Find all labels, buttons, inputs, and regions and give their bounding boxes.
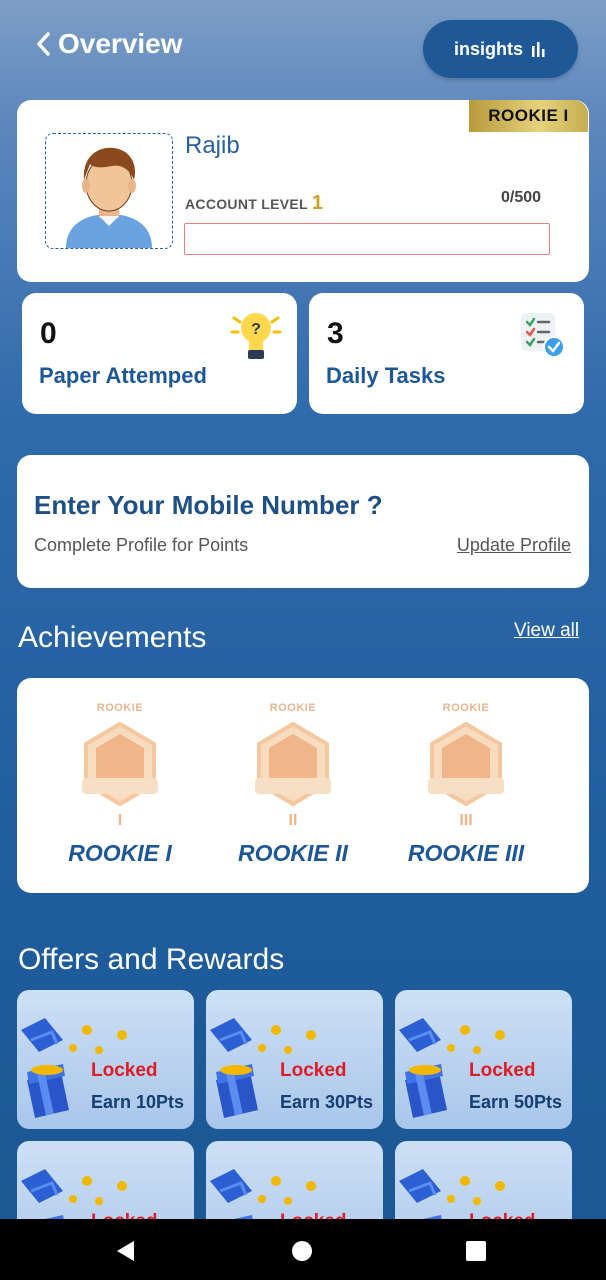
achievement-tier-label: ROOKIE	[269, 702, 317, 714]
rank-badge: ROOKIE I	[469, 100, 588, 132]
achievement-roman: II	[288, 812, 298, 829]
offer-points: Earn 50Pts	[469, 1092, 563, 1112]
achievement-rookie-1[interactable]: ROOKIE I ROOKIE I	[40, 678, 200, 893]
papers-attempted-card[interactable]: 0 Paper Attemped ?	[22, 293, 297, 414]
account-level: ACCOUNT LEVEL 1	[185, 192, 324, 214]
offer-status: Locked	[91, 1060, 158, 1081]
achievement-name: ROOKIE III	[407, 840, 525, 866]
lightbulb-question-icon: ?	[230, 313, 282, 359]
offer-status: Locked	[469, 1060, 536, 1081]
offers-heading: Offers and Rewards	[18, 943, 285, 976]
achievement-name: ROOKIE I	[68, 840, 172, 866]
nav-home-icon[interactable]	[291, 1240, 313, 1262]
system-navigation-bar	[0, 1219, 606, 1280]
daily-tasks-card[interactable]: 3 Daily Tasks	[309, 293, 584, 414]
offer-points: Earn 10Pts	[91, 1092, 185, 1112]
update-profile-link[interactable]: Update Profile	[457, 535, 571, 556]
offer-status: Locked	[280, 1060, 347, 1081]
points-progress-text: 0/500	[501, 189, 542, 206]
achievements-card: ROOKIE I ROOKIE I ROOKIE II ROOKIE II RO…	[17, 678, 589, 893]
achievement-tier-label: ROOKIE	[96, 702, 144, 714]
username: Rajib	[185, 132, 240, 159]
stat-label: Daily Tasks	[326, 363, 446, 388]
mobile-number-prompt-card: Enter Your Mobile Number ? Complete Prof…	[17, 455, 589, 588]
hexagon-medal-icon	[82, 721, 158, 807]
achievements-heading: Achievements	[18, 621, 207, 654]
page-title: Overview	[58, 28, 183, 59]
achievement-rookie-2[interactable]: ROOKIE II ROOKIE II	[213, 678, 373, 893]
stat-label: Paper Attemped	[39, 363, 207, 388]
nav-recents-icon[interactable]	[465, 1240, 487, 1262]
page-header: Overview	[34, 28, 183, 60]
bar-chart-icon	[532, 42, 545, 57]
achievement-tier-label: ROOKIE	[442, 702, 490, 714]
offer-card[interactable]: Locked Earn 10Pts	[17, 990, 194, 1129]
achievement-rookie-3[interactable]: ROOKIE III ROOKIE III	[386, 678, 546, 893]
back-chevron-icon[interactable]	[34, 30, 52, 58]
stat-value: 3	[327, 317, 344, 350]
offer-card[interactable]: Locked Earn 50Pts	[395, 990, 572, 1129]
hexagon-medal-icon	[255, 721, 331, 807]
insights-button[interactable]: insights	[423, 20, 578, 78]
avatar[interactable]	[45, 133, 173, 249]
hexagon-medal-icon	[428, 721, 504, 807]
mobile-prompt-subtitle: Complete Profile for Points	[34, 535, 249, 555]
profile-card: ROOKIE I Rajib ACCOUNT LEVEL 1 0/500	[17, 100, 589, 282]
svg-text:?: ?	[251, 321, 261, 338]
achievement-name: ROOKIE II	[238, 840, 348, 866]
account-level-number: 1	[311, 192, 324, 214]
checklist-icon	[521, 313, 565, 358]
mobile-prompt-title: Enter Your Mobile Number ?	[34, 490, 383, 520]
user-avatar-icon	[66, 147, 152, 248]
nav-back-icon[interactable]	[114, 1239, 138, 1263]
stat-value: 0	[40, 317, 57, 350]
achievement-roman: III	[459, 812, 473, 829]
view-all-link[interactable]: View all	[514, 620, 579, 642]
offer-card[interactable]: Locked Earn 30Pts	[206, 990, 383, 1129]
level-progress-bar	[184, 223, 550, 255]
offer-points: Earn 30Pts	[280, 1092, 374, 1112]
achievement-roman: I	[117, 812, 123, 829]
